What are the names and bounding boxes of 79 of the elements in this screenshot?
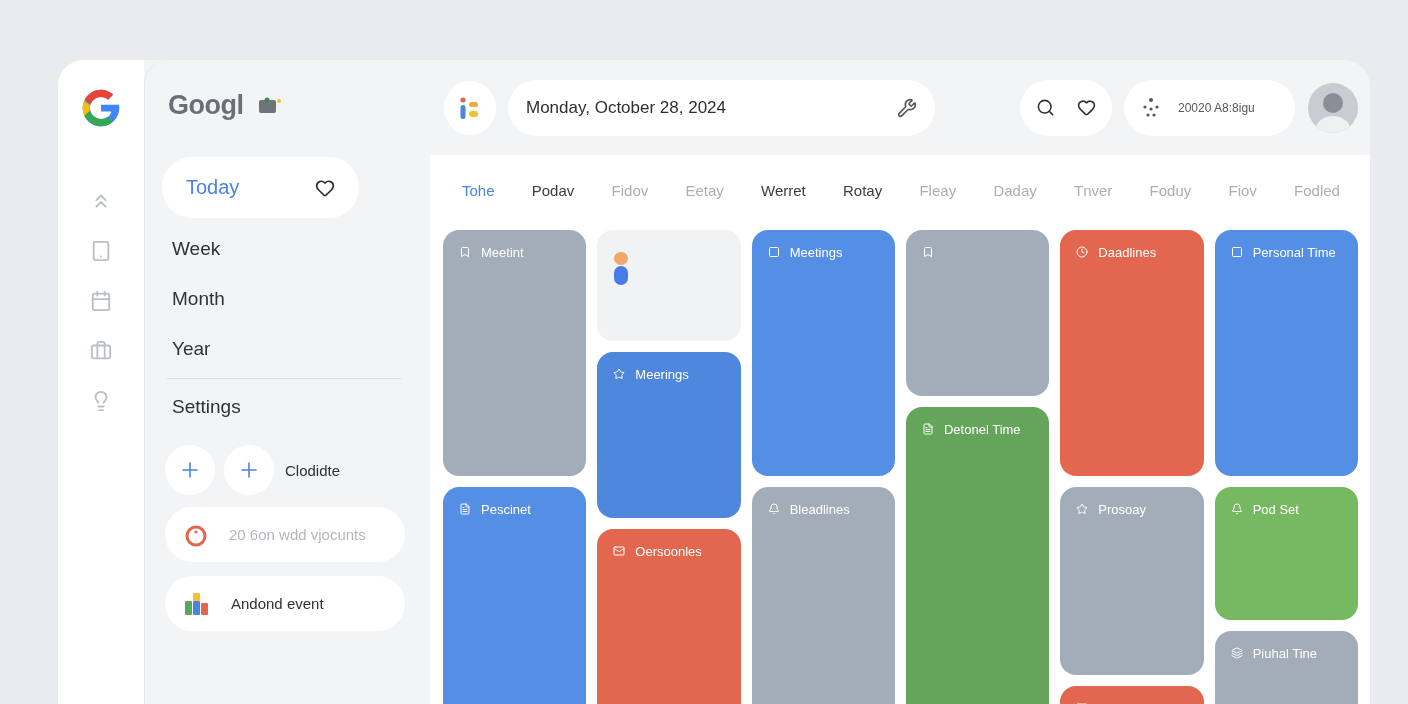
event-icon bbox=[767, 246, 780, 258]
avatar[interactable] bbox=[1308, 82, 1358, 133]
event-icon bbox=[1230, 503, 1243, 515]
day-tab[interactable]: Fodled bbox=[1294, 177, 1340, 203]
date-field[interactable]: Monday, October 28, 2024 bbox=[508, 79, 935, 136]
tablet-icon[interactable] bbox=[90, 240, 112, 262]
event-title: Bleadlines bbox=[789, 503, 850, 517]
add-button[interactable] bbox=[165, 445, 215, 495]
nav-item[interactable]: Year bbox=[162, 324, 400, 374]
day-tab[interactable]: Fleay bbox=[919, 177, 957, 203]
briefcase-icon[interactable] bbox=[90, 340, 112, 362]
event-icon bbox=[613, 545, 626, 557]
event-icon bbox=[922, 423, 934, 435]
day-tab[interactable]: Werret bbox=[761, 177, 806, 203]
heart-icon[interactable] bbox=[315, 177, 335, 198]
day-tab[interactable]: Eetay bbox=[685, 177, 724, 203]
event-icon bbox=[922, 246, 934, 258]
event-title: Meerings bbox=[635, 368, 689, 382]
event-title: Prosoay bbox=[1098, 503, 1147, 517]
event-title: Pescinet bbox=[481, 503, 531, 517]
timer-icon bbox=[184, 523, 208, 547]
search-icon bbox=[1036, 98, 1055, 117]
heart-button[interactable] bbox=[1077, 98, 1096, 117]
event-card[interactable]: Bleadlines bbox=[751, 487, 895, 704]
wrench-icon[interactable] bbox=[897, 97, 917, 118]
day-tab[interactable]: Daday bbox=[993, 177, 1037, 203]
event-title: Meetint bbox=[481, 246, 524, 260]
event-title: Oersoonles bbox=[635, 545, 702, 559]
event-title: Personal Time bbox=[1252, 246, 1336, 260]
event-card[interactable]: Piuhal Tine bbox=[1214, 631, 1358, 704]
app-button[interactable] bbox=[444, 80, 496, 135]
day-tab[interactable]: Foduy bbox=[1149, 177, 1192, 203]
add-event-button[interactable]: Andond event bbox=[165, 576, 405, 631]
nav-item[interactable]: Week bbox=[162, 224, 400, 274]
camera-icon bbox=[259, 97, 282, 113]
event-card[interactable]: Meetings bbox=[751, 230, 895, 476]
event-icon bbox=[459, 503, 471, 515]
event-title: Piuhal Tine bbox=[1252, 647, 1317, 661]
day-tab[interactable]: Fiov bbox=[1228, 177, 1257, 203]
event-icon bbox=[1230, 246, 1243, 258]
day-tab[interactable]: Fidov bbox=[611, 177, 649, 203]
status-pill[interactable]: 20020 A8:8igu bbox=[1124, 79, 1295, 136]
event-card[interactable]: Daadlines bbox=[1060, 230, 1204, 476]
nav-item[interactable]: Today bbox=[162, 157, 359, 218]
event-card[interactable]: Meetint bbox=[443, 230, 587, 476]
event-title: Meetings bbox=[789, 246, 843, 260]
settings-item[interactable]: Settings bbox=[162, 389, 400, 425]
event-icon bbox=[1076, 503, 1089, 515]
event-card[interactable]: Oersoonles bbox=[597, 529, 741, 704]
search-button[interactable] bbox=[1036, 98, 1055, 117]
day-tab[interactable]: Tohe bbox=[462, 177, 495, 203]
event-card[interactable]: Personal Time bbox=[1214, 230, 1358, 476]
event-title: Daadlines bbox=[1098, 246, 1157, 260]
calendar-icon[interactable] bbox=[90, 290, 112, 312]
event-icon bbox=[1230, 647, 1243, 659]
event-icon bbox=[613, 368, 626, 380]
event-icon bbox=[459, 246, 471, 258]
day-tab[interactable]: Tnver bbox=[1073, 177, 1113, 203]
add-button[interactable] bbox=[224, 445, 274, 495]
app-logo-icon bbox=[460, 96, 480, 119]
event-card[interactable]: Meerings bbox=[597, 352, 741, 518]
event-icon bbox=[1076, 246, 1089, 258]
brand-wordmark: Googl bbox=[168, 89, 244, 121]
event-card[interactable]: Pod Set bbox=[1214, 487, 1358, 620]
event-title: Pod Set bbox=[1252, 503, 1299, 517]
note-card[interactable] bbox=[597, 230, 741, 341]
nav-item[interactable]: Month bbox=[162, 274, 400, 324]
bar-chart-icon bbox=[185, 592, 209, 615]
event-card[interactable]: Prosoay bbox=[1060, 487, 1204, 675]
event-card[interactable]: Pescinet bbox=[443, 487, 587, 704]
event-card[interactable]: Detonel Time bbox=[906, 407, 1050, 704]
quick-label: Clodidte bbox=[285, 461, 341, 479]
dots-drawing bbox=[613, 252, 630, 285]
heart-icon bbox=[1077, 98, 1096, 117]
day-tab[interactable]: Rotay bbox=[843, 177, 883, 203]
event-title: Detonel Time bbox=[944, 423, 1021, 437]
day-tab[interactable]: Podav bbox=[531, 177, 575, 203]
timer-field[interactable]: 20 6on wdd vjocunts bbox=[165, 507, 405, 562]
event-icon bbox=[767, 503, 780, 515]
